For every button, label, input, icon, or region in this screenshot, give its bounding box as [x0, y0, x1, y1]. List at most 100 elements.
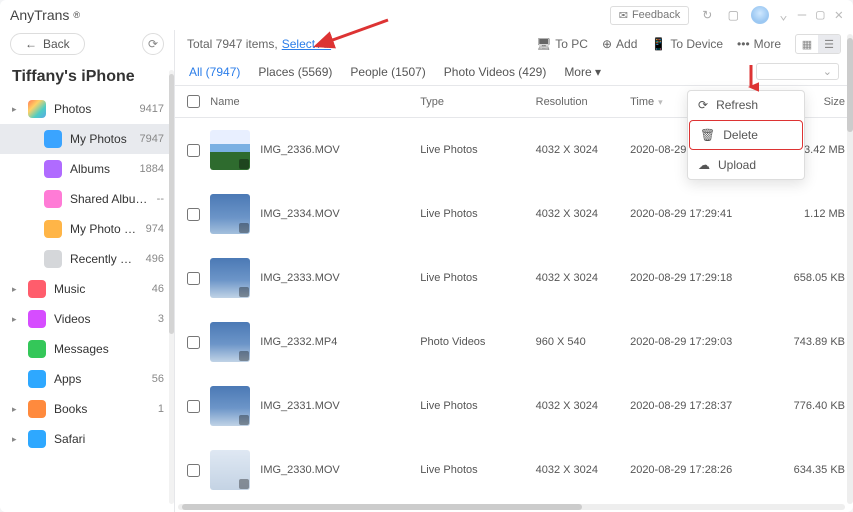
menu-refresh[interactable]: ⟳ Refresh [688, 91, 804, 119]
recently-deleted-icon [44, 250, 62, 268]
tab-places[interactable]: Places (5569) [258, 65, 332, 79]
sidebar-item-videos[interactable]: ▸Videos3 [0, 304, 174, 334]
tab-all[interactable]: All (7947) [189, 65, 240, 79]
to-device-button[interactable]: 📱 To Device [651, 37, 723, 51]
sidebar-top: ← Back ⟳ [0, 30, 174, 58]
sidebar-item-count: 1 [158, 403, 164, 415]
refresh-button[interactable]: ⟳ [142, 33, 164, 55]
dropdown-icon[interactable]: ⌄ [779, 7, 787, 23]
more-button[interactable]: ••• More [737, 37, 781, 51]
table-row[interactable]: IMG_2330.MOVLive Photos4032 X 30242020-0… [175, 438, 853, 502]
col-name[interactable]: Name [202, 86, 412, 118]
window-close[interactable]: ✕ [835, 7, 843, 23]
tab-more[interactable]: More ▾ [564, 65, 601, 79]
window-maximize[interactable]: ▢ [816, 7, 824, 23]
to-pc-button[interactable]: 🖥 To PC [536, 37, 588, 51]
sidebar-item-messages[interactable]: Messages [0, 334, 174, 364]
app-window: AnyTrans® ✉ Feedback ↻ ▢ ⌄ ― ▢ ✕ ← Back [0, 0, 853, 512]
sort-dropdown[interactable]: ⌄ [756, 63, 839, 80]
thumbnail [210, 386, 250, 426]
row-checkbox-cell [175, 310, 202, 374]
file-name: IMG_2332.MP4 [260, 336, 337, 348]
row-checkbox[interactable] [187, 400, 200, 413]
row-checkbox[interactable] [187, 464, 200, 477]
chevron-down-icon: ▾ [658, 97, 663, 107]
table-row[interactable]: IMG_2333.MOVLive Photos4032 X 30242020-0… [175, 246, 853, 310]
cell-name: IMG_2334.MOV [202, 182, 412, 246]
sidebar-item-apps[interactable]: Apps56 [0, 364, 174, 394]
avatar[interactable] [751, 6, 769, 24]
cell-type: Live Photos [412, 182, 527, 246]
row-checkbox-cell [175, 118, 202, 183]
cell-resolution: 4032 X 3024 [528, 438, 622, 502]
tab-people[interactable]: People (1507) [350, 65, 425, 79]
scrollbar-thumb[interactable] [847, 38, 853, 132]
body: ← Back ⟳ Tiffany's iPhone ▸Photos9417My … [0, 30, 853, 512]
col-type[interactable]: Type [412, 86, 527, 118]
add-button[interactable]: ⊕ Add [602, 37, 637, 51]
window-minimize[interactable]: ― [798, 7, 806, 23]
live-badge-icon [239, 479, 249, 489]
toolbar-right: 🖥 To PC ⊕ Add 📱 To Device ••• More [536, 34, 841, 54]
sidebar-item-label: Books [54, 402, 150, 416]
sidebar-item-recently-deleted[interactable]: Recently Deleted496 [0, 244, 174, 274]
file-name: IMG_2330.MOV [260, 464, 339, 476]
sidebar-item-count: 1884 [140, 163, 164, 175]
horizontal-scrollbar[interactable] [178, 504, 845, 510]
tab-photo-videos[interactable]: Photo Videos (429) [444, 65, 547, 79]
sidebar-item-music[interactable]: ▸Music46 [0, 274, 174, 304]
sidebar-item-label: Messages [54, 342, 156, 356]
select-all-checkbox[interactable] [187, 95, 200, 108]
sidebar-item-albums[interactable]: Albums1884 [0, 154, 174, 184]
cell-type: Live Photos [412, 374, 527, 438]
cell-size: 634.35 KB [769, 438, 853, 502]
cell-resolution: 4032 X 3024 [528, 118, 622, 183]
row-checkbox[interactable] [187, 272, 200, 285]
live-badge-icon [239, 159, 249, 169]
refresh-icon: ⟳ [698, 98, 708, 112]
sidebar-item-books[interactable]: ▸Books1 [0, 394, 174, 424]
sidebar-item-my-photos[interactable]: My Photos7947 [0, 124, 174, 154]
cell-type: Photo Videos [412, 310, 527, 374]
sidebar-item-count: 56 [152, 373, 164, 385]
row-checkbox-cell [175, 246, 202, 310]
row-checkbox[interactable] [187, 208, 200, 221]
select-all-link[interactable]: Select All [282, 37, 331, 51]
tag-icon[interactable]: ▢ [725, 7, 741, 23]
app-brand: AnyTrans® [10, 7, 80, 23]
toolbar: Total 7947 items, Select All 🖥 To PC ⊕ A… [175, 30, 853, 58]
sidebar-scrollbar[interactable] [169, 70, 174, 504]
thumbnail [210, 322, 250, 362]
table-row[interactable]: IMG_2334.MOVLive Photos4032 X 30242020-0… [175, 182, 853, 246]
table-row[interactable]: IMG_2331.MOVLive Photos4032 X 30242020-0… [175, 374, 853, 438]
history-icon[interactable]: ↻ [699, 7, 715, 23]
col-resolution[interactable]: Resolution [528, 86, 622, 118]
sidebar-item-my-photo-stream[interactable]: My Photo Stream974 [0, 214, 174, 244]
cell-resolution: 4032 X 3024 [528, 374, 622, 438]
scrollbar-thumb[interactable] [169, 74, 174, 334]
sidebar-item-label: Safari [54, 432, 156, 446]
sidebar-item-safari[interactable]: ▸Safari [0, 424, 174, 454]
app-name: AnyTrans [10, 7, 69, 23]
thumbnail [210, 130, 250, 170]
feedback-button[interactable]: ✉ Feedback [610, 6, 690, 25]
sidebar-item-shared-albums[interactable]: Shared Albums-- [0, 184, 174, 214]
menu-delete[interactable]: 🗑 Delete [689, 120, 803, 150]
back-button[interactable]: ← Back [10, 33, 85, 55]
more-menu: ⟳ Refresh 🗑 Delete ☁ Upload [687, 90, 805, 180]
books-icon [28, 400, 46, 418]
menu-upload[interactable]: ☁ Upload [688, 151, 804, 179]
menu-refresh-label: Refresh [716, 98, 758, 112]
refresh-icon: ⟳ [148, 37, 158, 51]
table-row[interactable]: IMG_2332.MP4Photo Videos960 X 5402020-08… [175, 310, 853, 374]
list-view-icon[interactable]: ☰ [818, 35, 840, 53]
grid-view-icon[interactable]: ▦ [796, 35, 818, 53]
caret-icon: ▸ [12, 284, 20, 295]
mail-icon: ✉ [619, 9, 628, 22]
sidebar-item-label: Photos [54, 102, 132, 116]
vertical-scrollbar[interactable] [847, 34, 853, 504]
row-checkbox[interactable] [187, 336, 200, 349]
scrollbar-thumb[interactable] [182, 504, 582, 510]
sidebar-item-photos[interactable]: ▸Photos9417 [0, 94, 174, 124]
row-checkbox[interactable] [187, 144, 200, 157]
